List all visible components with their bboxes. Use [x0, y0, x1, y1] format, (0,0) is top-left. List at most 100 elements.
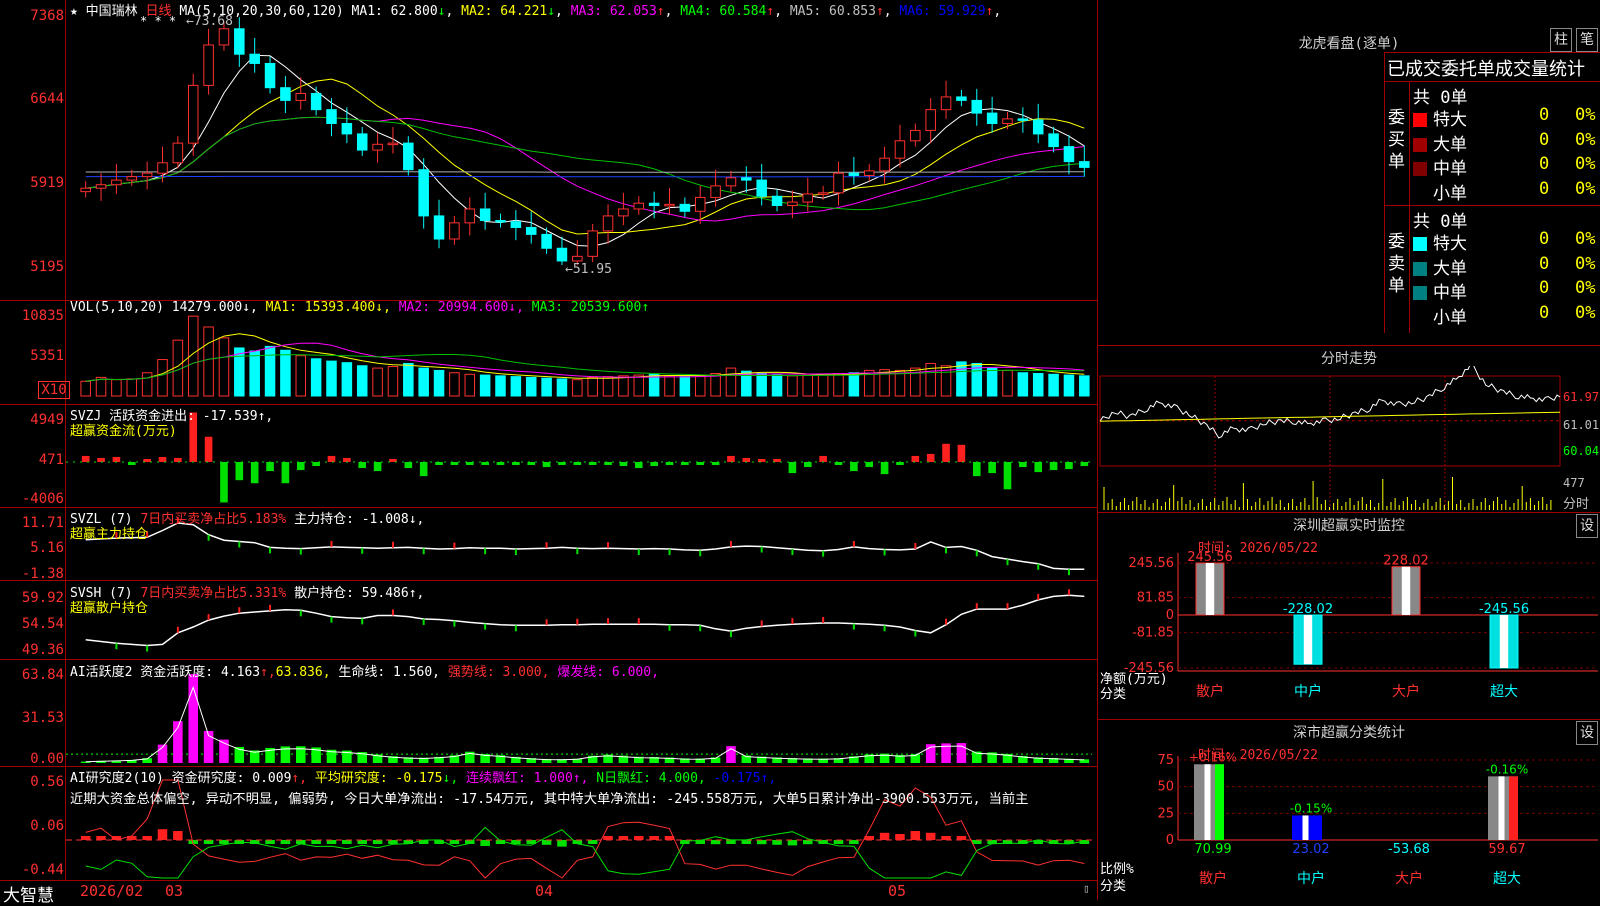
order-pct: 0% — [1575, 154, 1595, 174]
candle — [1018, 119, 1028, 121]
ma-line — [86, 55, 1085, 246]
bar-highlight — [1500, 615, 1508, 668]
fund-flow-bar — [650, 462, 658, 466]
candle — [649, 203, 659, 205]
bar-mode-button[interactable]: 柱 — [1550, 28, 1572, 52]
svsh-ratio: 7日内买卖净占比5.331% — [140, 586, 286, 601]
fund-flow-bar — [405, 462, 413, 468]
volume-bar — [127, 379, 137, 396]
vol-axis-label: 5351 — [2, 348, 64, 364]
fund-flow-bar — [420, 462, 428, 476]
order-size-name: 大单 — [1433, 135, 1467, 155]
research-bar — [327, 840, 337, 844]
volume-bar — [1049, 374, 1059, 396]
order-size-name: 中单 — [1433, 283, 1467, 303]
candle — [542, 234, 552, 248]
candle — [311, 93, 321, 109]
bar-value-label: -245.56 — [1479, 602, 1529, 617]
fund-flow-bar — [865, 462, 873, 467]
candle — [219, 29, 229, 45]
candle — [557, 248, 567, 261]
order-qty: 0 — [1539, 130, 1549, 150]
fund-flow-bar — [297, 462, 305, 470]
retail-line — [86, 595, 1085, 645]
vol-unit-badge[interactable]: X10 — [38, 381, 70, 399]
volume-bar — [634, 375, 644, 396]
candle — [296, 93, 306, 100]
volume-bar — [112, 380, 122, 396]
separator: , — [884, 4, 892, 19]
order-pct: 0% — [1575, 130, 1595, 150]
panel-divider — [0, 659, 1097, 660]
volume-bar — [772, 375, 782, 396]
volume-bar — [342, 363, 352, 396]
order-qty: 0 — [1539, 303, 1549, 323]
volume-bar — [434, 370, 444, 396]
volume-bar — [957, 362, 967, 396]
tick-mode-button[interactable]: 笔 — [1576, 28, 1598, 52]
vol-ma-value: MA3: 20539.600↑ — [524, 300, 649, 315]
candle — [987, 113, 997, 123]
intraday-label: 分时 — [1563, 493, 1589, 512]
color-swatch-icon — [1413, 113, 1427, 127]
volume-bar — [588, 377, 598, 396]
volume-bar — [311, 359, 321, 396]
intraday-panel[interactable]: 分时走势 61.97 61.01 60.04 477 分时 — [1098, 345, 1600, 511]
volume-bar — [204, 327, 214, 396]
research-bar — [342, 840, 352, 844]
ma-value: MA3: 62.053 — [563, 4, 657, 19]
stock-name[interactable]: 中国瑞林 — [86, 4, 138, 19]
fund-flow-bar — [312, 462, 320, 466]
volume-bar — [834, 374, 844, 396]
order-size-row: 特大00% — [1413, 105, 1600, 130]
order-pct: 0% — [1575, 303, 1595, 323]
main-chart-svg — [0, 0, 1097, 900]
research-bar — [265, 840, 275, 844]
svzl-ratio: 7日内买卖净占比5.183% — [140, 512, 286, 527]
research-bar — [757, 840, 767, 844]
research-bar — [542, 840, 552, 845]
research-bar — [388, 840, 398, 844]
fund-flow-bar — [881, 462, 889, 474]
order-qty: 0 — [1539, 229, 1549, 249]
candle — [404, 143, 414, 170]
candle — [695, 197, 705, 211]
category-label: 中户 — [1294, 683, 1322, 700]
ma-line — [86, 79, 1085, 234]
dragon-subtitle: 已成交委托单成交量统计 — [1387, 55, 1585, 81]
ai-research-axis-label: 0.56 — [2, 774, 64, 790]
volume-bar — [619, 376, 629, 396]
volume-bar — [81, 381, 91, 396]
color-swatch-icon — [1413, 311, 1427, 325]
order-pct: 0% — [1575, 179, 1595, 199]
research-bar — [742, 840, 752, 844]
fund-flow-bar — [1050, 462, 1058, 470]
lock-icon[interactable]: ▯ — [1083, 882, 1090, 895]
volume-bar — [803, 374, 813, 396]
intraday-chart — [1098, 366, 1600, 511]
fund-flow-bar — [988, 462, 996, 473]
color-swatch-icon — [1413, 237, 1427, 251]
research-bar — [649, 836, 659, 840]
fund-flow-bar — [942, 444, 950, 462]
date-tick: 03 — [165, 882, 183, 900]
candle — [1064, 147, 1074, 162]
ai-research-part: N日飘红: 4.000, — [588, 771, 705, 786]
bar-value-label: -228.02 — [1283, 602, 1333, 617]
favorite-star-icon[interactable]: ★ — [70, 4, 78, 19]
ai-research-part: -0.175↑, — [706, 771, 776, 786]
bar-value-label: 245.56 — [1187, 550, 1233, 565]
main-chart-area[interactable]: ★ 中国瑞林 日线 MA(5,10,20,30,60,120) MA1: 62.… — [0, 0, 1097, 900]
candle — [911, 130, 921, 140]
bar-value-label: 70.99 — [1194, 842, 1231, 857]
candle — [388, 143, 398, 145]
color-swatch-icon — [1413, 262, 1427, 276]
candle — [757, 180, 767, 196]
candle — [588, 231, 598, 256]
fund-flow-bar — [543, 462, 551, 467]
candle — [864, 171, 874, 176]
volume-bar — [281, 350, 291, 396]
fund-flow-bar — [1034, 462, 1042, 472]
ai-research-part: ↓, — [443, 771, 459, 786]
fund-flow-bar — [343, 458, 351, 462]
